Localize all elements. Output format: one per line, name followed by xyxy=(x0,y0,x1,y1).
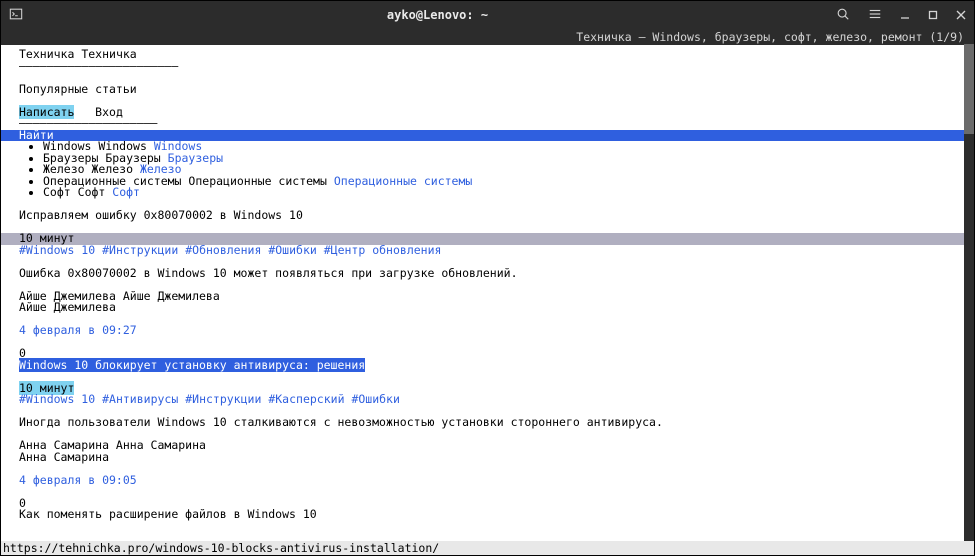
category-item[interactable]: Софт Софт Софт xyxy=(43,187,974,199)
scrollbar-thumb[interactable] xyxy=(964,44,974,134)
category-item[interactable]: Браузеры Браузеры Браузеры xyxy=(43,153,974,165)
article-author[interactable]: Айше Джемилева xyxy=(1,302,974,314)
close-button[interactable] xyxy=(956,10,966,20)
article-title-highlighted[interactable]: Windows 10 блокирует установку антивирус… xyxy=(1,360,974,372)
minimize-button[interactable] xyxy=(900,10,910,20)
browser-status-line: Техничка — Windows, браузеры, софт, желе… xyxy=(1,29,974,45)
article-summary: Иногда пользователи Windows 10 сталкиваю… xyxy=(1,417,974,429)
browser-url-status: https://tehnichka.pro/windows-10-blocks-… xyxy=(1,541,974,555)
article-title[interactable]: Как поменять расширение файлов в Windows… xyxy=(1,509,974,521)
article-author[interactable]: Айше Джемилева Айше Джемилева xyxy=(1,291,974,303)
article-author[interactable]: Анна Самарина Анна Самарина xyxy=(1,440,974,452)
divider: ———————————————————— xyxy=(1,118,974,130)
terminal-content: Техничка Техничка ——————————————————————… xyxy=(1,45,974,521)
window-titlebar: ayko@Lenovo: ~ xyxy=(1,1,974,29)
article-date: 4 февраля в 09:05 xyxy=(1,475,974,487)
article-title[interactable]: Исправляем ошибку 0x80070002 в Windows 1… xyxy=(1,210,974,222)
popular-heading: Популярные статьи xyxy=(1,84,974,96)
category-list: Windows Windows Windows Браузеры Браузер… xyxy=(1,141,974,199)
terminal-icon xyxy=(9,7,23,23)
article-tags[interactable]: #Windows 10 #Антивирусы #Инструкции #Кас… xyxy=(1,394,974,406)
article-date: 4 февраля в 09:27 xyxy=(1,325,974,337)
search-icon[interactable] xyxy=(836,7,850,23)
article-tags[interactable]: #Windows 10 #Инструкции #Обновления #Оши… xyxy=(1,245,974,257)
menu-icon[interactable] xyxy=(868,7,882,23)
maximize-button[interactable] xyxy=(928,10,938,20)
window-title: ayko@Lenovo: ~ xyxy=(39,9,836,21)
category-item[interactable]: Операционные системы Операционные систем… xyxy=(43,176,974,188)
article-summary: Ошибка 0x80070002 в Windows 10 может поя… xyxy=(1,268,974,280)
divider: ——————————————————————— xyxy=(1,61,974,73)
article-author[interactable]: Анна Самарина xyxy=(1,452,974,464)
